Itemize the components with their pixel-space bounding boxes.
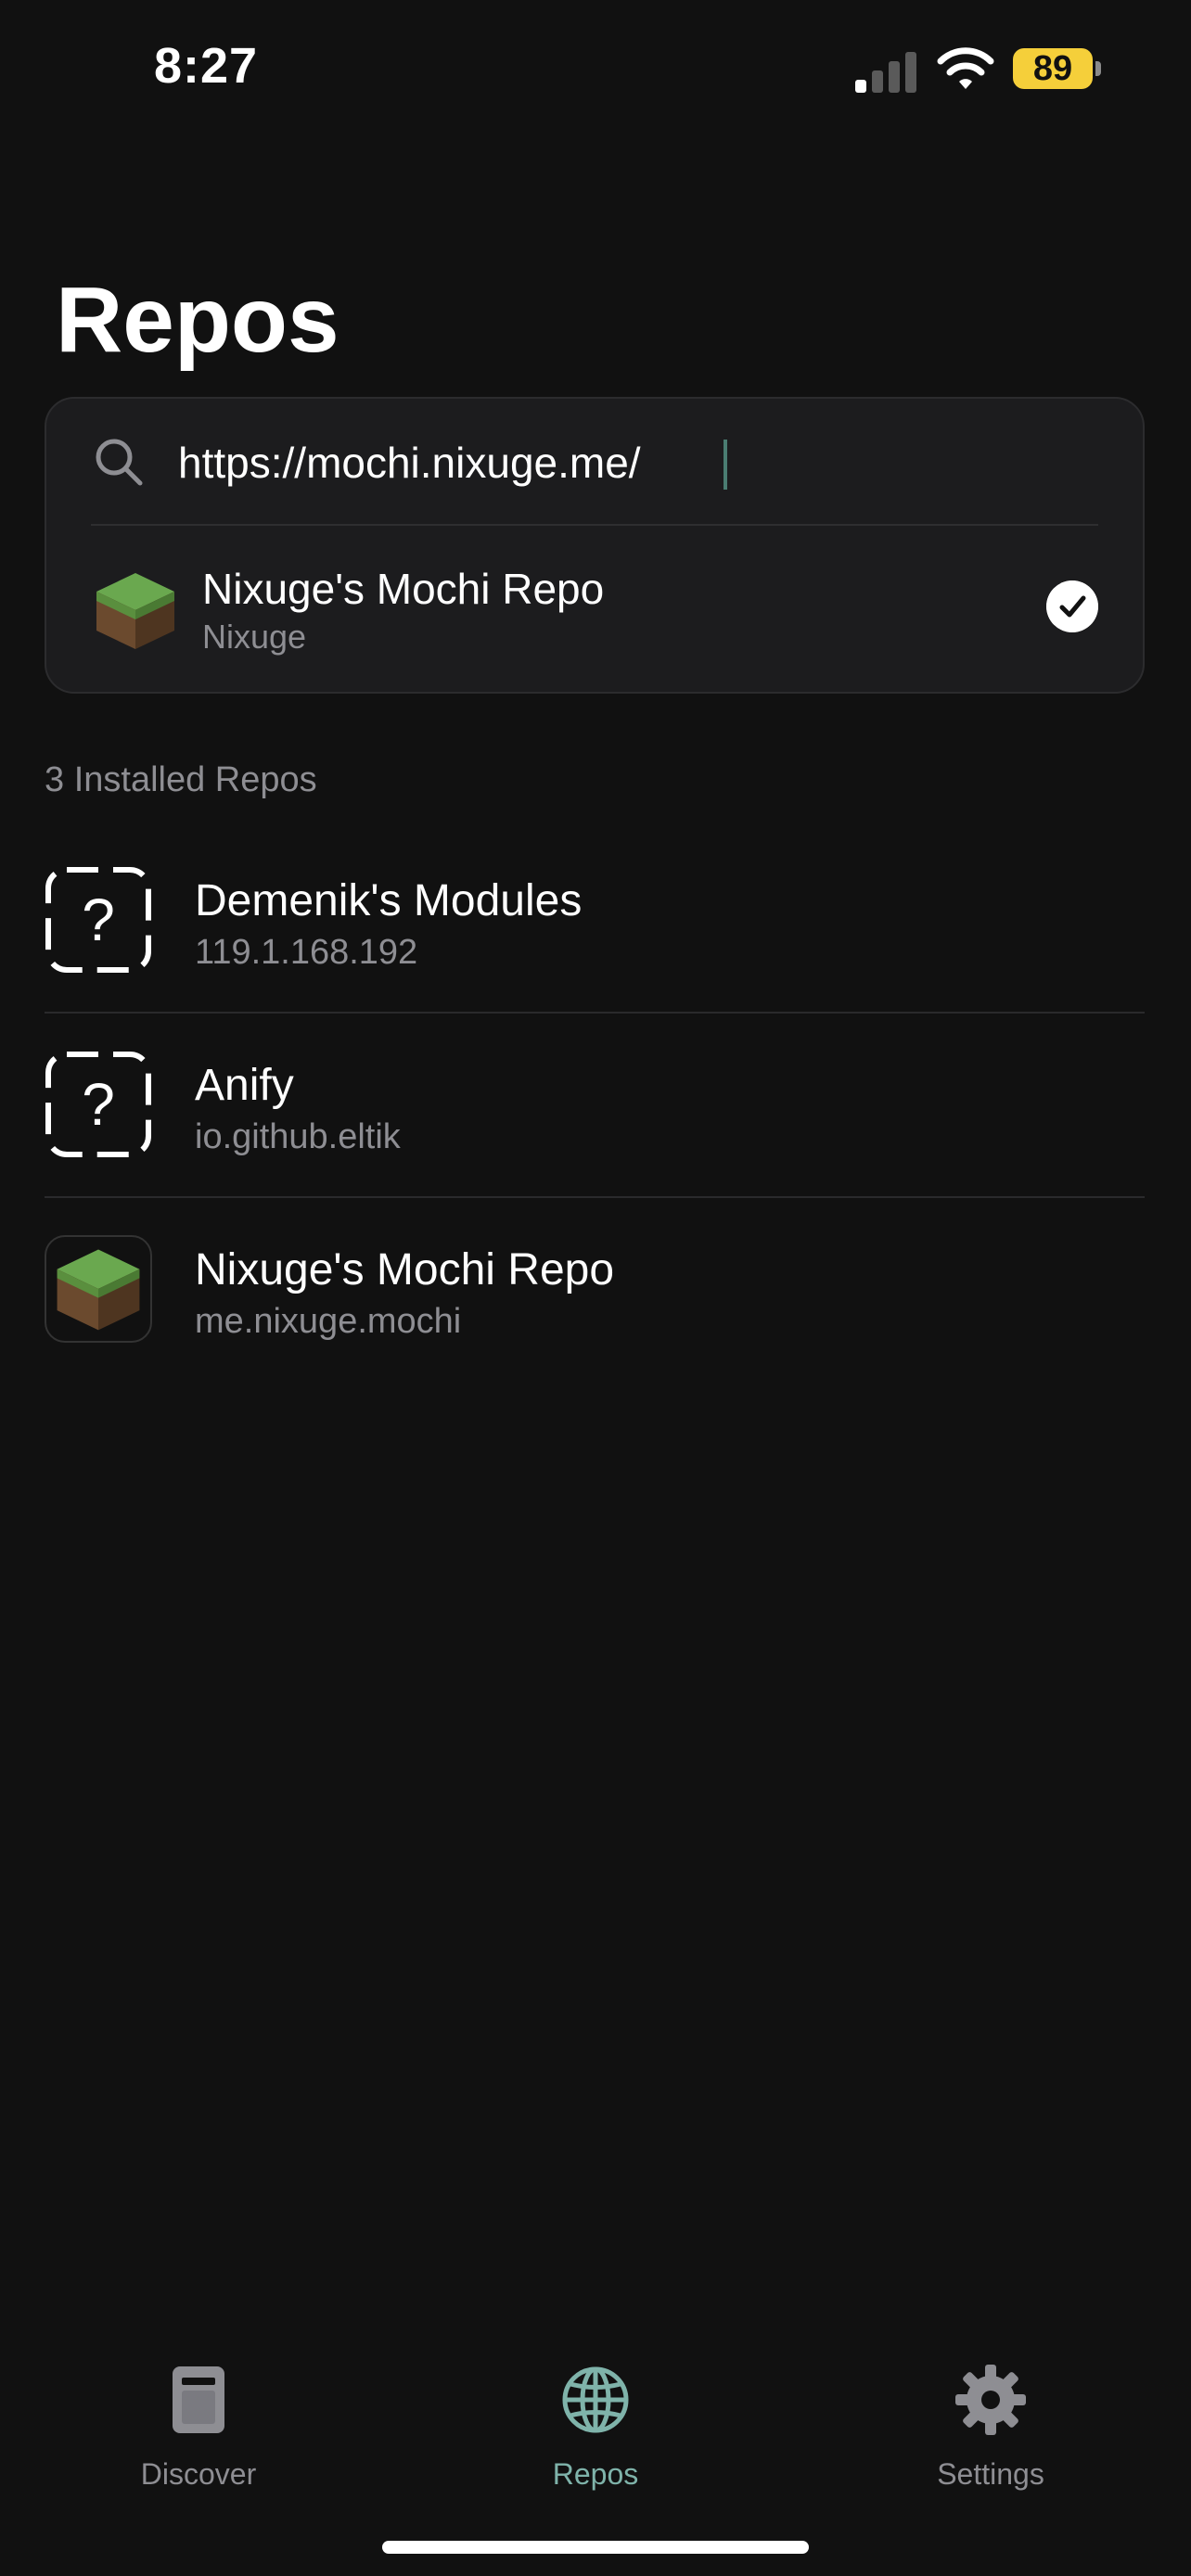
book-icon (173, 2366, 224, 2433)
repo-title: Anify (195, 1061, 294, 1110)
battery-indicator: 89 (1013, 48, 1093, 89)
svg-text:?: ? (82, 1071, 115, 1138)
wifi-icon (937, 47, 994, 89)
tab-discover[interactable]: Discover (59, 2337, 338, 2491)
tab-label: Discover (140, 2457, 257, 2491)
repo-subtitle: 119.1.168.192 (195, 933, 418, 972)
checkmark-icon[interactable] (1046, 580, 1098, 632)
repo-subtitle: me.nixuge.mochi (195, 1302, 462, 1341)
repo-search-card: Nixuge's Mochi Repo Nixuge (45, 397, 1145, 694)
status-bar: 8:27 89 (0, 0, 1191, 139)
installed-repos-header: 3 Installed Repos (45, 760, 317, 799)
result-title: Nixuge's Mochi Repo (202, 565, 605, 613)
tab-repos[interactable]: Repos (456, 2337, 735, 2491)
repo-subtitle: io.github.eltik (195, 1117, 401, 1156)
tab-settings[interactable]: Settings (852, 2337, 1130, 2491)
repo-row[interactable]: Nixuge's Mochi Repo me.nixuge.mochi (45, 1198, 1145, 1382)
search-icon (96, 439, 143, 486)
home-indicator[interactable] (382, 2541, 809, 2554)
text-caret (724, 440, 727, 490)
divider (91, 524, 1098, 526)
repo-row[interactable]: ? Anify io.github.eltik (45, 1014, 1145, 1197)
status-time: 8:27 (154, 38, 259, 94)
placeholder-question-icon: ? (45, 867, 151, 973)
svg-text:?: ? (82, 886, 115, 953)
result-subtitle: Nixuge (202, 618, 307, 656)
battery-tip (1095, 61, 1101, 76)
cellular-signal-icon (855, 50, 920, 93)
repo-url-input[interactable] (178, 430, 1069, 495)
repo-title: Nixuge's Mochi Repo (195, 1245, 615, 1294)
search-row[interactable] (46, 399, 1143, 525)
grass-block-icon (96, 573, 174, 649)
tab-label: Settings (937, 2457, 1044, 2491)
repo-title: Demenik's Modules (195, 876, 583, 925)
page-title: Repos (56, 268, 339, 372)
gear-icon (955, 2365, 1026, 2435)
globe-icon (562, 2366, 629, 2433)
tab-bar: Discover Repos Settings (0, 2337, 1191, 2522)
placeholder-question-icon: ? (45, 1052, 151, 1157)
tab-label: Repos (552, 2457, 639, 2491)
search-result-row[interactable]: Nixuge's Mochi Repo Nixuge (46, 527, 1143, 694)
grass-block-icon (45, 1235, 152, 1343)
repo-row[interactable]: ? Demenik's Modules 119.1.168.192 (45, 829, 1145, 1013)
